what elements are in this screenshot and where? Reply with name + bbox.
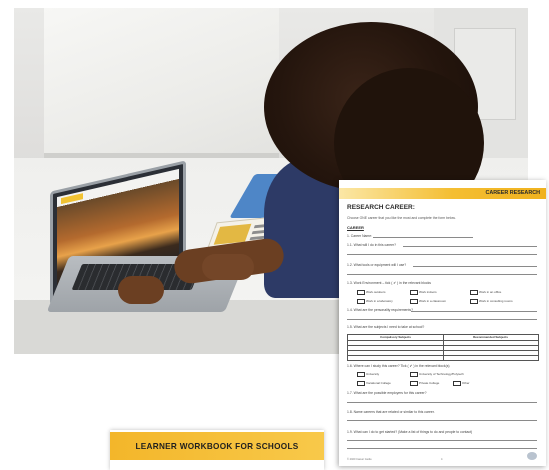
checkbox[interactable] bbox=[470, 299, 478, 304]
question-1-5: 1.5. What are the subjects I need to tak… bbox=[347, 325, 425, 329]
option-label: Work indoors bbox=[419, 290, 437, 294]
option-label: Work in an office bbox=[479, 290, 502, 294]
workbook-cover: LEARNER WORKBOOK FOR SCHOOLS bbox=[110, 430, 324, 470]
option-label: Vocational College bbox=[366, 381, 391, 385]
publisher-logo-icon bbox=[527, 452, 537, 460]
question-1-9: 1.9. What can I do to get started? (Make… bbox=[347, 430, 473, 434]
question-1-4: 1.4. What are the personality requiremen… bbox=[347, 308, 413, 312]
option-label: University bbox=[366, 372, 380, 376]
answer-line[interactable] bbox=[413, 266, 537, 267]
student-right-hand bbox=[202, 254, 254, 280]
question-1-2: 1.2. What tools or equipment will I use? bbox=[347, 263, 407, 267]
answer-line[interactable] bbox=[373, 237, 473, 238]
career-label: CAREER bbox=[347, 225, 364, 230]
checkbox[interactable] bbox=[410, 372, 418, 377]
option-label: Work in a classroom bbox=[419, 299, 447, 303]
answer-line[interactable] bbox=[347, 274, 537, 275]
question-1-8: 1.8. Name careers that are related or si… bbox=[347, 410, 435, 414]
answer-line[interactable] bbox=[347, 420, 537, 421]
option-label: Work in consulting rooms bbox=[479, 299, 513, 303]
table-divider bbox=[348, 350, 538, 351]
question-1-3: 1.3. Work Environment – tick ( ✔ ) in th… bbox=[347, 281, 431, 285]
table-divider bbox=[443, 335, 444, 360]
window bbox=[44, 8, 279, 163]
answer-line[interactable] bbox=[347, 319, 537, 320]
workbook-title: LEARNER WORKBOOK FOR SCHOOLS bbox=[135, 442, 299, 451]
question-1: 1. Career Name: bbox=[347, 234, 373, 238]
checkbox[interactable] bbox=[410, 381, 418, 386]
checkbox[interactable] bbox=[410, 290, 418, 295]
page-number: 4 bbox=[441, 458, 443, 461]
checkbox[interactable] bbox=[357, 381, 365, 386]
intro-text: Choose ONE career that you like the most… bbox=[347, 216, 456, 220]
checkbox[interactable] bbox=[357, 372, 365, 377]
option-label: Private College bbox=[419, 381, 440, 385]
answer-line[interactable] bbox=[347, 448, 537, 449]
subjects-table: Compulsory Subjects Recommended Subjects bbox=[347, 334, 539, 361]
career-research-sheet: CAREER RESEARCH RESEARCH CAREER: Choose … bbox=[339, 180, 546, 466]
checkbox[interactable] bbox=[453, 381, 461, 386]
checkbox[interactable] bbox=[357, 299, 365, 304]
option-label: Work outdoors bbox=[366, 290, 386, 294]
answer-line[interactable] bbox=[347, 402, 537, 403]
question-1-1: 1.1. What will I do in this career? bbox=[347, 243, 396, 247]
checkbox[interactable] bbox=[470, 290, 478, 295]
sheet-header: CAREER RESEARCH bbox=[339, 188, 546, 199]
question-1-6: 1.6. Where can I study this career? Tick… bbox=[347, 364, 450, 368]
table-divider bbox=[348, 355, 538, 356]
table-divider bbox=[348, 345, 538, 346]
option-label: Other bbox=[462, 381, 470, 385]
checkbox[interactable] bbox=[357, 290, 365, 295]
student-left-hand bbox=[118, 276, 164, 304]
checkbox[interactable] bbox=[410, 299, 418, 304]
answer-line[interactable] bbox=[403, 246, 537, 247]
option-label: Work in a laboratory bbox=[366, 299, 393, 303]
research-career-title: RESEARCH CAREER: bbox=[347, 204, 415, 211]
table-divider bbox=[348, 340, 538, 341]
answer-line[interactable] bbox=[347, 440, 537, 441]
answer-line[interactable] bbox=[347, 254, 537, 255]
sheet-footer: © 2020 Career Guide bbox=[347, 458, 372, 461]
option-label: University of Technology/Polytech bbox=[419, 372, 464, 376]
question-1-7: 1.7. What are the possible employers for… bbox=[347, 391, 427, 395]
sheet-header-title: CAREER RESEARCH bbox=[485, 189, 540, 196]
answer-line[interactable] bbox=[411, 311, 537, 312]
